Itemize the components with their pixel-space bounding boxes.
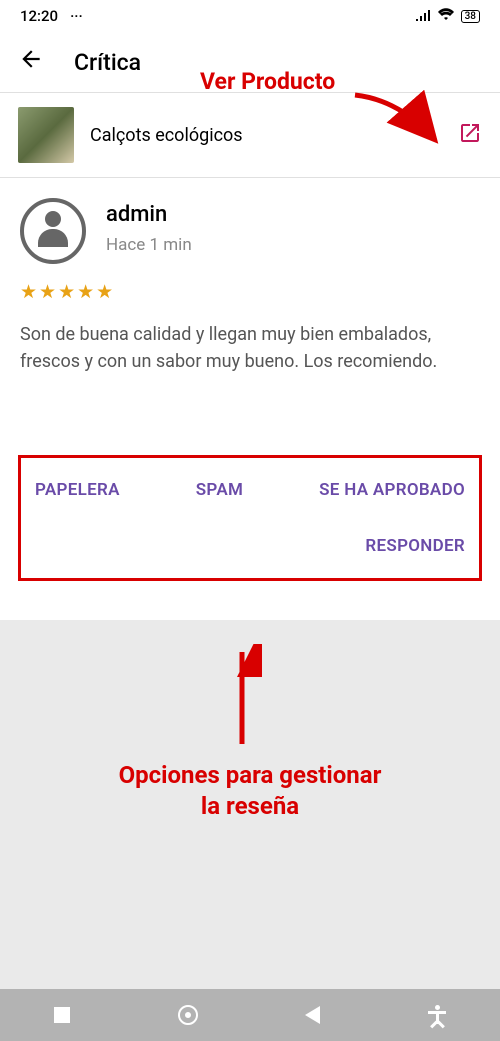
- user-avatar: [20, 198, 86, 264]
- annotation-ver-producto: Ver Producto: [200, 68, 335, 95]
- review-username: admin: [106, 202, 192, 227]
- review-timestamp: Hace 1 min: [106, 235, 192, 255]
- spam-button[interactable]: SPAM: [196, 480, 243, 500]
- actions-highlight-box: PAPELERA SPAM SE HA APROBADO RESPONDER: [18, 455, 482, 581]
- trash-button[interactable]: PAPELERA: [35, 480, 120, 500]
- review-section: admin Hace 1 min ★★★★★ Son de buena cali…: [0, 178, 500, 395]
- product-thumbnail: [18, 107, 74, 163]
- back-arrow-icon[interactable]: [18, 46, 44, 79]
- external-link-icon[interactable]: [458, 121, 482, 149]
- annotation-arrow-bottom: [222, 644, 262, 754]
- nav-recent-icon[interactable]: [54, 1007, 70, 1023]
- reply-button[interactable]: RESPONDER: [365, 536, 465, 556]
- status-bar: 12:20 ··· 38: [0, 0, 500, 32]
- signal-icon: [415, 7, 431, 25]
- star-rating: ★★★★★: [20, 280, 480, 303]
- wifi-icon: [437, 7, 455, 25]
- page-title: Crítica: [74, 49, 141, 76]
- android-nav-bar: [0, 989, 500, 1041]
- annotation-arrow-top: [350, 90, 450, 150]
- nav-home-icon[interactable]: [178, 1005, 198, 1025]
- review-text: Son de buena calidad y llegan muy bien e…: [20, 321, 480, 375]
- status-time: 12:20: [20, 7, 58, 25]
- status-more-icon: ···: [70, 7, 83, 25]
- nav-back-icon[interactable]: [305, 1006, 320, 1024]
- annotation-opciones: Opciones para gestionar la reseña: [0, 760, 500, 822]
- approved-button[interactable]: SE HA APROBADO: [319, 480, 465, 500]
- nav-accessibility-icon[interactable]: [428, 1005, 446, 1025]
- battery-icon: 38: [461, 10, 480, 23]
